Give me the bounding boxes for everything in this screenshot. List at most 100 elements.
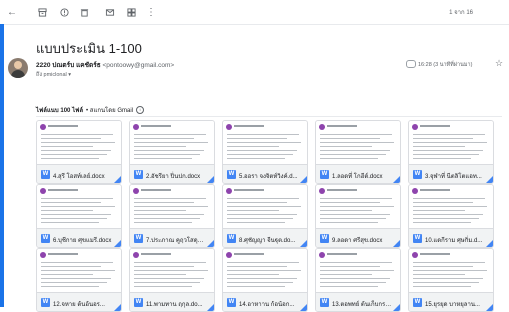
sender[interactable]: 2220 ปณตร์บ แคชัดร์ธ <pontoowy@gmail.com… [36, 60, 174, 70]
attachment-card[interactable]: W 6.บุชีกาย ศุขแมรี.docx [36, 184, 122, 248]
document-text-line [227, 134, 299, 135]
attachment-card[interactable]: W 5.ออรา จงจิตท์วิงค์.d... [222, 120, 308, 184]
attachment-card[interactable]: W 14.อาหาาน ก้อน้อก... [222, 248, 308, 312]
attachment-preview [316, 121, 400, 164]
attachment-card[interactable]: W 10.แดกีราม ศุษกิ่ม.d... [408, 184, 494, 248]
document-text-line [320, 134, 392, 135]
document-text-line [227, 146, 279, 147]
attachment-preview [223, 249, 307, 292]
attachment-preview [316, 185, 400, 228]
message-count: 1 จาก 16 [449, 10, 473, 16]
page-fold-icon [486, 240, 493, 247]
document-logo-icon [319, 188, 325, 194]
attachment-footer: W 10.แดกีราม ศุษกิ่ม.d... [409, 228, 493, 247]
attachment-card[interactable]: W 7.ประภาณ คูฤวโสดุล... [129, 184, 215, 248]
document-text-line [41, 134, 113, 135]
document-text-line [134, 214, 204, 215]
attachment-card[interactable]: W 9.ลอดา ศรีสุข.docx [315, 184, 401, 248]
attachment-card[interactable]: W 12.จหาย ต้นอ้นอร... [36, 248, 122, 312]
attachment-filename: 15.ยุรยุด บาหยุลาน... [425, 302, 480, 308]
divider [36, 116, 502, 117]
attachment-card[interactable]: W 3.จุฬาที่ นีตลิโตแอท... [408, 120, 494, 184]
document-text-line [41, 286, 99, 287]
attachment-card[interactable]: W 11.พามทาน ฤกุล.do... [129, 248, 215, 312]
attachment-footer: W 6.บุชีกาย ศุขแมรี.docx [37, 228, 121, 247]
word-file-icon: W [320, 298, 329, 307]
back-arrow-icon[interactable]: ← [6, 6, 18, 18]
attachment-footer: W 9.ลอดา ศรีสุข.docx [316, 228, 400, 247]
attachment-card[interactable]: W 2.อัชรียา ปิ่นปก.docx [129, 120, 215, 184]
accent-bar [0, 24, 4, 307]
document-text-line [41, 282, 107, 283]
document-logo-icon [133, 124, 139, 130]
delete-icon[interactable] [78, 6, 90, 18]
page-fold-icon [207, 304, 214, 311]
more-vert-icon[interactable]: ⋮ [145, 6, 157, 18]
page-fold-icon [114, 304, 121, 311]
document-text-line [413, 274, 465, 275]
avatar-head [14, 61, 22, 69]
document-logo-icon [226, 124, 232, 130]
archive-icon[interactable] [36, 6, 48, 18]
attachment-preview [130, 249, 214, 292]
email-subject: แบบประเมิน 1-100 [36, 41, 142, 56]
attachment-card[interactable]: W 1.ลอดที่ โกฮีต์.docx [315, 120, 401, 184]
attachment-filename: 7.ประภาณ คูฤวโสดุล... [146, 238, 206, 244]
attachment-card[interactable]: W 13.ตอพทย์ ต้นเก็บกรม... [315, 248, 401, 312]
document-text-line [320, 198, 392, 199]
document-header-line [234, 125, 264, 127]
document-text-line [227, 286, 285, 287]
page-fold-icon [393, 240, 400, 247]
document-text-line [413, 214, 483, 215]
document-logo-icon [319, 252, 325, 258]
word-file-icon: W [134, 234, 143, 243]
word-file-icon: W [413, 298, 422, 307]
move-to-icon[interactable] [125, 6, 137, 18]
star-icon[interactable]: ☆ [495, 58, 503, 69]
document-logo-icon [412, 188, 418, 194]
page-fold-icon [300, 176, 307, 183]
document-text-line [413, 210, 465, 211]
attachment-footer: W 13.ตอพทย์ ต้นเก็บกรม... [316, 292, 400, 311]
document-text-line [413, 262, 485, 263]
recipient-line[interactable]: ถึง pmiclonal ▾ [36, 71, 71, 79]
document-logo-icon [226, 188, 232, 194]
attachment-preview [409, 121, 493, 164]
document-text-line [227, 266, 287, 267]
document-header-line [48, 125, 78, 127]
attachment-footer: W 5.ออรา จงจิตท์วิงค์.d... [223, 164, 307, 183]
attachment-footer: W 12.จหาย ต้นอ้นอร... [37, 292, 121, 311]
document-text-line [227, 278, 297, 279]
attachment-card[interactable]: W 15.ยุรยุด บาหยุลาน... [408, 248, 494, 312]
document-text-line [227, 222, 285, 223]
word-file-icon: W [134, 170, 143, 179]
sender-email: <pontoowy@gmail.com> [102, 62, 175, 69]
document-text-line [134, 198, 206, 199]
document-text-line [320, 270, 394, 271]
attachment-preview [37, 185, 121, 228]
document-text-line [41, 210, 93, 211]
document-header-line [420, 253, 450, 255]
document-text-line [134, 218, 200, 219]
document-text-line [134, 274, 186, 275]
document-text-line [227, 218, 293, 219]
document-logo-icon [40, 188, 46, 194]
attachment-card[interactable]: W 4.สุรี โอสท์เลย์.docx [36, 120, 122, 184]
attachment-card[interactable]: W 8.ศุชัญญา จีนฐุต.do... [222, 184, 308, 248]
avatar[interactable] [8, 58, 28, 78]
document-text-line [320, 214, 390, 215]
word-file-icon: W [227, 298, 236, 307]
document-header-line [141, 125, 171, 127]
document-logo-icon [412, 252, 418, 258]
document-logo-icon [40, 124, 46, 130]
document-text-line [227, 262, 299, 263]
document-text-line [227, 210, 279, 211]
document-text-line [41, 142, 115, 143]
info-icon[interactable]: i [136, 106, 145, 114]
document-text-line [227, 206, 301, 207]
page-fold-icon [393, 304, 400, 311]
mark-unread-icon[interactable] [104, 6, 116, 18]
page-fold-icon [486, 304, 493, 311]
report-spam-icon[interactable] [58, 6, 70, 18]
document-text-line [134, 202, 194, 203]
